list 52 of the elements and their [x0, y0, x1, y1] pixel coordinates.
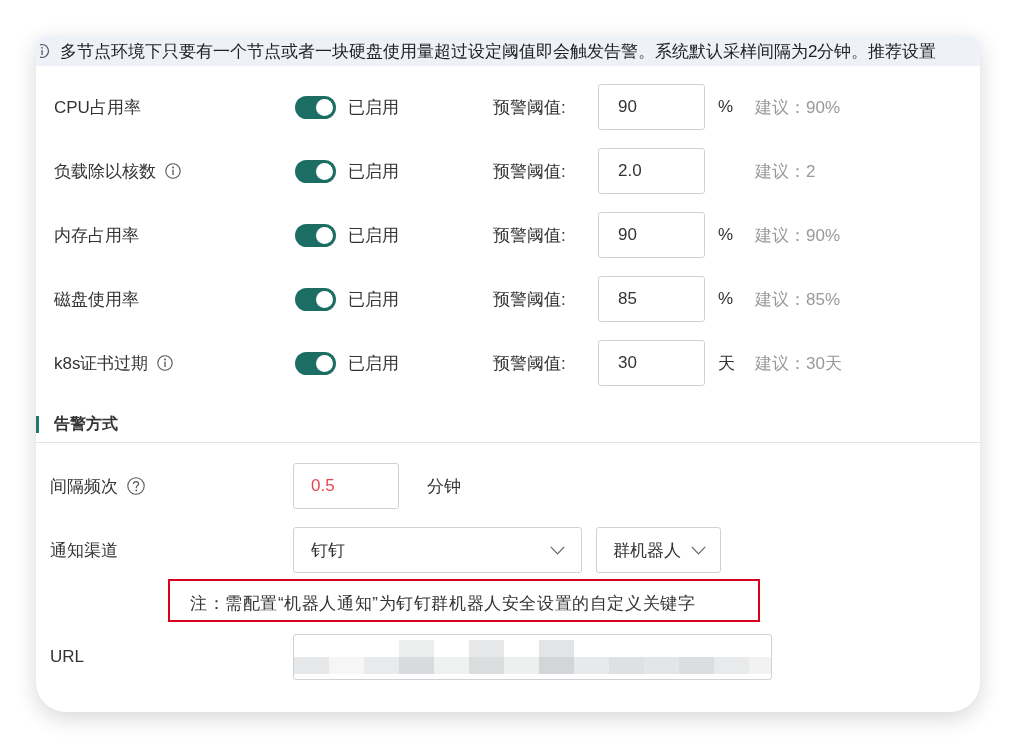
field-label: 间隔频次 [50, 475, 118, 498]
threshold-label: 预警阈值: [493, 97, 566, 117]
unit-label: % [718, 225, 734, 244]
suggestion-text: 建议：90% [755, 96, 841, 119]
suggestion-text: 建议：30天 [755, 352, 842, 375]
field-label: 通知渠道 [50, 539, 118, 562]
suggestion-text: 建议：2 [755, 160, 816, 183]
unit-label: 天 [718, 353, 735, 373]
channel-select[interactable]: 钉钉 [293, 527, 582, 573]
unit-label: % [718, 97, 734, 116]
highlighted-note: 注：需配置“机器人通知”为钉钉群机器人安全设置的自定义关键字 [168, 579, 760, 622]
threshold-input[interactable]: 30 [598, 340, 705, 386]
suggestion-text: 建议：85% [755, 288, 841, 311]
info-icon[interactable] [165, 163, 181, 179]
suggestion-text: 建议：90% [755, 224, 841, 247]
toggle-switch[interactable] [295, 159, 336, 183]
threshold-label: 预警阈值: [493, 353, 566, 373]
threshold-label: 预警阈值: [493, 161, 566, 181]
unit-label: 分钟 [427, 475, 461, 498]
metric-label: k8s证书过期 [54, 352, 149, 375]
threshold-input[interactable]: 90 [598, 212, 705, 258]
threshold-input[interactable]: 90 [598, 84, 705, 130]
threshold-input[interactable]: 2.0 [598, 148, 705, 194]
metric-label: CPU占用率 [54, 96, 141, 119]
field-label: URL [50, 647, 84, 667]
status-label: 已启用 [348, 352, 399, 375]
toggle-switch[interactable] [295, 287, 336, 311]
help-icon[interactable] [127, 477, 145, 495]
section-accent-bar [36, 415, 39, 433]
metric-label: 磁盘使用率 [54, 288, 139, 311]
metric-label: 内存占用率 [54, 224, 139, 247]
chevron-down-icon [550, 545, 565, 555]
metric-label: 负载除以核数 [54, 160, 156, 183]
info-icon[interactable] [157, 355, 174, 371]
url-input[interactable] [293, 634, 772, 680]
notice-text: 多节点环境下只要有一个节点或者一块硬盘使用量超过设定阈值即会触发告警。系统默认采样间隔为2分钟。推荐设置 [60, 40, 937, 63]
type-select[interactable]: 群机器人 [596, 527, 721, 573]
status-label: 已启用 [348, 96, 399, 119]
toggle-switch[interactable] [295, 95, 336, 119]
threshold-input[interactable]: 85 [598, 276, 705, 322]
info-icon [40, 43, 50, 59]
unit-label: % [718, 289, 734, 308]
threshold-label: 预警阈值: [493, 289, 566, 309]
interval-input[interactable]: 0.5 [293, 463, 399, 509]
chevron-down-icon [691, 545, 706, 555]
toggle-switch[interactable] [295, 223, 336, 247]
section-title: 告警方式 [54, 414, 118, 434]
threshold-label: 预警阈值: [493, 225, 566, 245]
status-label: 已启用 [348, 224, 399, 247]
toggle-switch[interactable] [295, 351, 336, 375]
status-label: 已启用 [348, 160, 399, 183]
status-label: 已启用 [348, 288, 399, 311]
